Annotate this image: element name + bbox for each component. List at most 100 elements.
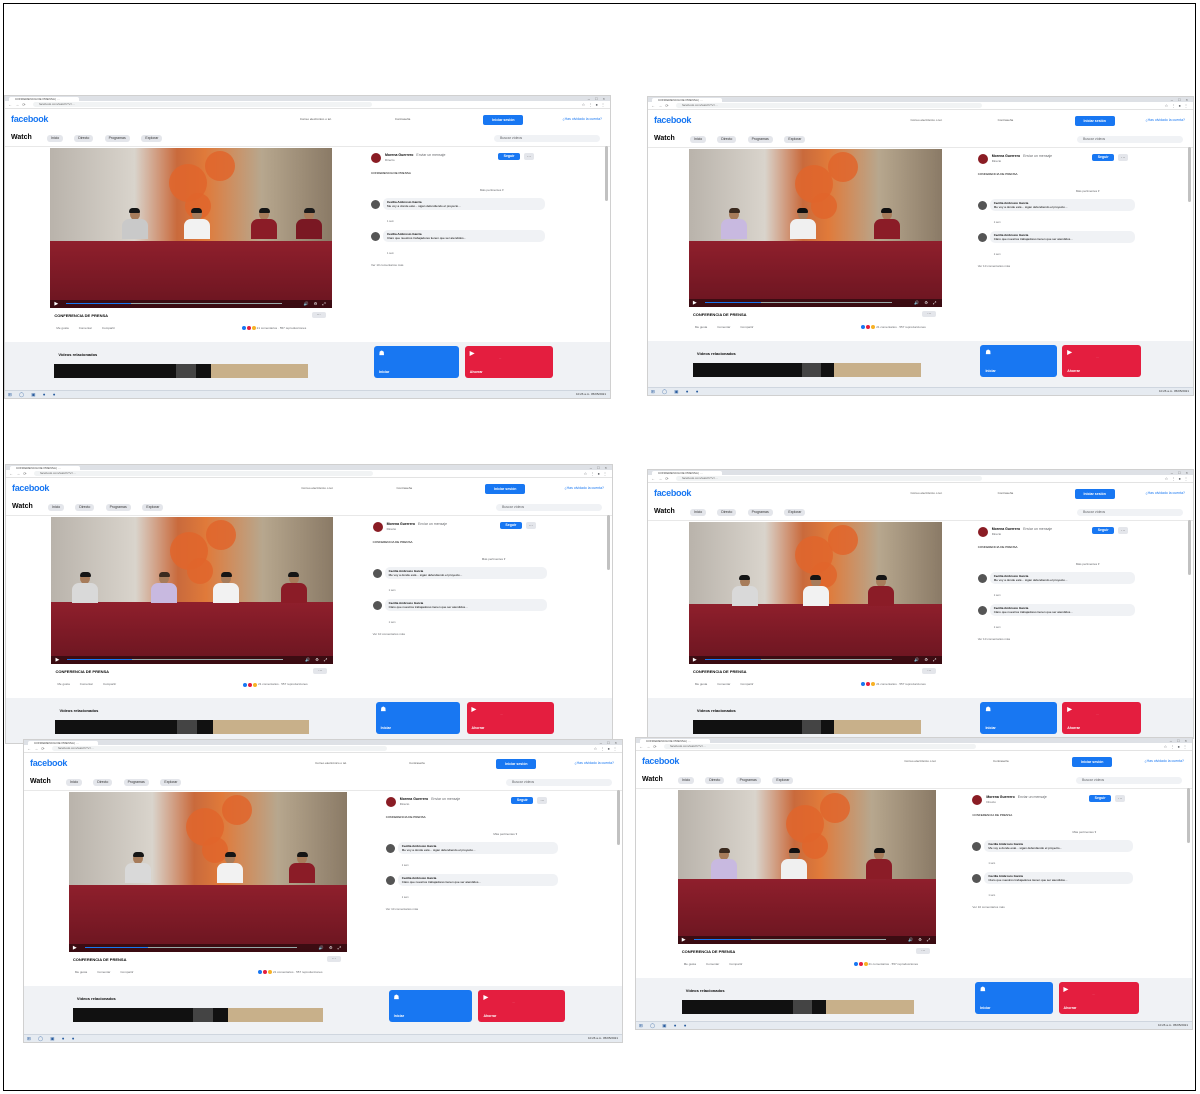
- login-button[interactable]: Iniciar sesión: [1074, 489, 1115, 499]
- watch-tab-2[interactable]: Programas: [747, 136, 773, 143]
- action-share[interactable]: Compartir: [740, 325, 753, 329]
- post-more-button[interactable]: ···: [1118, 154, 1129, 161]
- watch-search-input[interactable]: Buscar vídeos: [494, 135, 600, 142]
- play-icon[interactable]: ▶: [54, 301, 58, 307]
- commenter-avatar[interactable]: [977, 574, 987, 583]
- action-share[interactable]: Compartir: [103, 682, 116, 686]
- watch-search-input[interactable]: Buscar vídeos: [1077, 136, 1183, 143]
- page-avatar[interactable]: [372, 522, 383, 532]
- watch-tab-0[interactable]: Inicio: [48, 504, 65, 511]
- login-cta-card[interactable]: ☗ Iniciar: [374, 346, 459, 379]
- page-avatar[interactable]: [385, 797, 396, 807]
- action-share[interactable]: Compartir: [740, 682, 753, 686]
- play-icon[interactable]: ▶: [693, 300, 697, 306]
- commenter-avatar[interactable]: [371, 232, 381, 241]
- action-like[interactable]: Me gusta: [695, 325, 707, 329]
- watch-tab-2[interactable]: Programas: [105, 504, 131, 511]
- related-video-thumbnail[interactable]: [54, 364, 176, 379]
- page-avatar[interactable]: [972, 795, 983, 805]
- signup-cta-card[interactable]: ▶ Ahorrar...: [478, 990, 566, 1023]
- watch-tab-1[interactable]: Directo: [75, 504, 95, 511]
- view-more-comments[interactable]: Ver 10 comentarios más: [972, 905, 1004, 909]
- taskbar-icons[interactable]: ⊞ ◯ ▣ ● ●: [651, 388, 702, 395]
- action-like[interactable]: Me gusta: [684, 962, 696, 966]
- browser-nav-buttons[interactable]: ← → ⟳: [651, 475, 670, 482]
- page-name[interactable]: Morena Guerrero Enviar un mensaje: [986, 795, 1046, 799]
- watch-tab-0[interactable]: Inicio: [678, 777, 695, 784]
- follow-button[interactable]: Seguir: [498, 153, 521, 160]
- action-like[interactable]: Me gusta: [695, 682, 707, 686]
- video-settings-icons[interactable]: 🔊 ⚙ ⤢: [319, 945, 343, 951]
- comment-meta[interactable]: 1 sem: [994, 594, 1001, 597]
- follow-button[interactable]: Seguir: [499, 522, 522, 529]
- post-more-button[interactable]: ···: [1118, 527, 1129, 534]
- play-icon[interactable]: ▶: [693, 657, 697, 663]
- video-progress-bar[interactable]: [66, 303, 282, 305]
- action-comment[interactable]: Comentar: [717, 325, 730, 329]
- post-more-button[interactable]: ···: [524, 153, 535, 160]
- forgot-account-link[interactable]: ¿Has olvidado la cuenta?: [1146, 491, 1186, 496]
- browser-extensions[interactable]: ☆ ⋮ ● ⋮: [1165, 476, 1189, 481]
- watch-tab-1[interactable]: Directo: [717, 136, 737, 143]
- forgot-account-link[interactable]: ¿Has olvidado la cuenta?: [575, 761, 615, 766]
- email-field[interactable]: Correo electrónico o tel.: [300, 117, 332, 122]
- watch-tab-0[interactable]: Inicio: [47, 135, 64, 142]
- address-bar[interactable]: facebook.com/watch/?v=...: [676, 476, 982, 481]
- play-icon[interactable]: ▶: [55, 657, 59, 663]
- related-video-thumbnail[interactable]: [681, 1000, 794, 1015]
- watch-tab-3[interactable]: Explorar: [772, 777, 794, 784]
- video-more-button[interactable]: ···: [313, 668, 328, 675]
- login-button[interactable]: Iniciar sesión: [483, 115, 524, 125]
- login-cta-card[interactable]: ☗ Iniciar: [980, 702, 1057, 735]
- action-like[interactable]: Me gusta: [57, 682, 69, 686]
- comment-meta[interactable]: 1 sem: [389, 621, 396, 624]
- signup-cta-card[interactable]: ▶ Ahorrar...: [1062, 344, 1142, 377]
- comment-sort[interactable]: Más pertinentes ▾: [482, 557, 506, 561]
- view-more-comments[interactable]: Ver 10 comentarios más: [978, 637, 1010, 641]
- email-field[interactable]: Correo electrónico o tel.: [910, 118, 942, 123]
- page-name[interactable]: Morena Guerrero Enviar un mensaje: [992, 154, 1052, 158]
- facebook-logo[interactable]: facebook: [654, 115, 691, 125]
- taskbar-icons[interactable]: ⊞ ◯ ▣ ● ●: [8, 391, 59, 398]
- login-button[interactable]: Iniciar sesión: [496, 759, 537, 769]
- video-more-button[interactable]: ···: [922, 310, 937, 317]
- comment-sort[interactable]: Más pertinentes ▾: [1076, 562, 1100, 566]
- related-video-thumbnail[interactable]: [802, 362, 821, 377]
- comment-meta[interactable]: 1 sem: [387, 220, 394, 223]
- comment-meta[interactable]: 1 sem: [988, 894, 995, 897]
- follow-button[interactable]: Seguir: [1092, 154, 1115, 161]
- watch-tab-1[interactable]: Directo: [93, 779, 113, 786]
- forgot-account-link[interactable]: ¿Has olvidado la cuenta?: [563, 117, 603, 122]
- page-name[interactable]: Morena Guerrero Enviar un mensaje: [387, 522, 447, 526]
- related-video-thumbnail[interactable]: [793, 1000, 812, 1015]
- commenter-avatar[interactable]: [977, 201, 987, 210]
- related-video-thumbnail[interactable]: [825, 1000, 915, 1015]
- action-share[interactable]: Compartir: [120, 970, 133, 974]
- comment-sort[interactable]: Más pertinentes ▾: [1072, 830, 1096, 834]
- watch-search-input[interactable]: Buscar vídeos: [1077, 509, 1183, 516]
- view-more-comments[interactable]: Ver 10 comentarios más: [978, 264, 1010, 268]
- comment-meta[interactable]: 1 sem: [988, 862, 995, 865]
- page-avatar[interactable]: [977, 154, 988, 164]
- watch-tab-1[interactable]: Directo: [74, 135, 94, 142]
- commenter-avatar[interactable]: [972, 874, 982, 883]
- video-settings-icons[interactable]: 🔊 ⚙ ⤢: [305, 657, 329, 663]
- signup-cta-card[interactable]: ▶ Ahorrar...: [464, 346, 553, 379]
- related-video-thumbnail[interactable]: [55, 720, 178, 735]
- password-field[interactable]: Contraseña: [409, 761, 425, 766]
- follow-button[interactable]: Seguir: [1092, 527, 1115, 534]
- login-button[interactable]: Iniciar sesión: [1074, 116, 1115, 126]
- related-video-thumbnail[interactable]: [227, 1008, 324, 1023]
- page-scrollbar[interactable]: [1188, 520, 1191, 575]
- watch-tab-2[interactable]: Programas: [104, 135, 130, 142]
- comment-sort[interactable]: Más pertinentes ▾: [480, 188, 504, 192]
- video-progress-bar[interactable]: [704, 659, 893, 661]
- browser-extensions[interactable]: ☆ ⋮ ● ⋮: [584, 471, 608, 476]
- watch-tab-0[interactable]: Inicio: [690, 136, 707, 143]
- video-settings-icons[interactable]: 🔊 ⚙ ⤢: [914, 657, 938, 663]
- page-avatar[interactable]: [371, 153, 382, 163]
- page-scrollbar[interactable]: [605, 146, 608, 201]
- related-video-thumbnail[interactable]: [177, 720, 198, 735]
- browser-nav-buttons[interactable]: ← → ⟳: [8, 101, 27, 108]
- facebook-logo[interactable]: facebook: [654, 488, 691, 498]
